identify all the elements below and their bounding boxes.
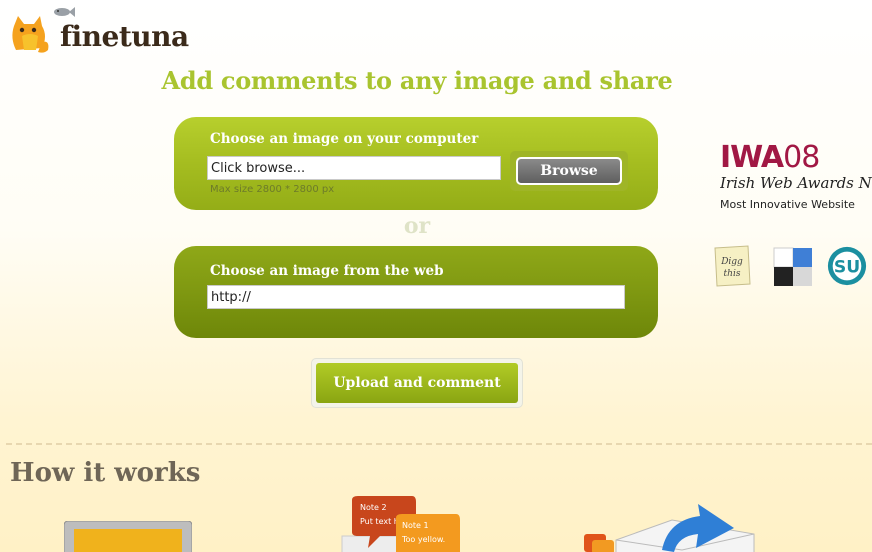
max-size-hint: Max size 2800 * 2800 px [210, 184, 335, 195]
or-separator: or [403, 213, 431, 239]
iwa-subtitle: Most Innovative Website [720, 198, 855, 211]
web-panel-label: Choose an image from the web [210, 263, 444, 279]
section-divider [6, 443, 872, 445]
iwa-script-text: Irish Web Awards Nominee [720, 174, 872, 192]
digg-label: Digg [720, 257, 743, 267]
iwa-text: IWA [720, 140, 784, 175]
share-envelope-illustration-icon [584, 504, 755, 552]
note1-text: Too yellow. [401, 535, 445, 544]
note2-title: Note 2 [360, 503, 387, 512]
upload-panel-label: Choose an image on your computer [210, 131, 479, 147]
note1-title: Note 1 [402, 521, 429, 530]
digg-icon[interactable]: Digg this [712, 244, 754, 288]
cat-mascot-icon [12, 16, 49, 53]
upload-from-computer-panel: Choose an image on your computer Click b… [174, 117, 658, 210]
upload-and-comment-button[interactable]: Upload and comment [316, 363, 518, 403]
how-it-works-heading: How it works [10, 458, 201, 488]
monitor-illustration-icon [64, 521, 192, 552]
finetuna-logo[interactable]: finetuna [8, 4, 208, 54]
iwa-logo: IWA08 [720, 140, 820, 175]
delicious-icon[interactable] [772, 244, 814, 288]
stumbleupon-icon[interactable]: SU [826, 244, 868, 288]
browse-button-frame: Browse [510, 151, 628, 191]
notes-illustration-icon: Note 2 Put text he Note 1 Too yellow. [341, 496, 460, 552]
file-path-input[interactable]: Click browse... [207, 156, 501, 180]
iwa-year: 08 [783, 140, 820, 175]
upload-button-frame: Upload and comment [311, 358, 523, 408]
upload-from-web-panel: Choose an image from the web http:// [174, 246, 658, 338]
svg-text:SU: SU [834, 258, 860, 278]
digg-this-label: this [724, 269, 741, 279]
page-headline: Add comments to any image and share [161, 66, 673, 95]
brand-name: finetuna [60, 20, 189, 53]
fish-icon [54, 7, 75, 17]
image-url-input[interactable]: http:// [207, 285, 625, 309]
browse-button[interactable]: Browse [516, 157, 622, 185]
irish-web-awards-badge[interactable]: IWA08 Irish Web Awards Nominee Most Inno… [720, 140, 872, 212]
